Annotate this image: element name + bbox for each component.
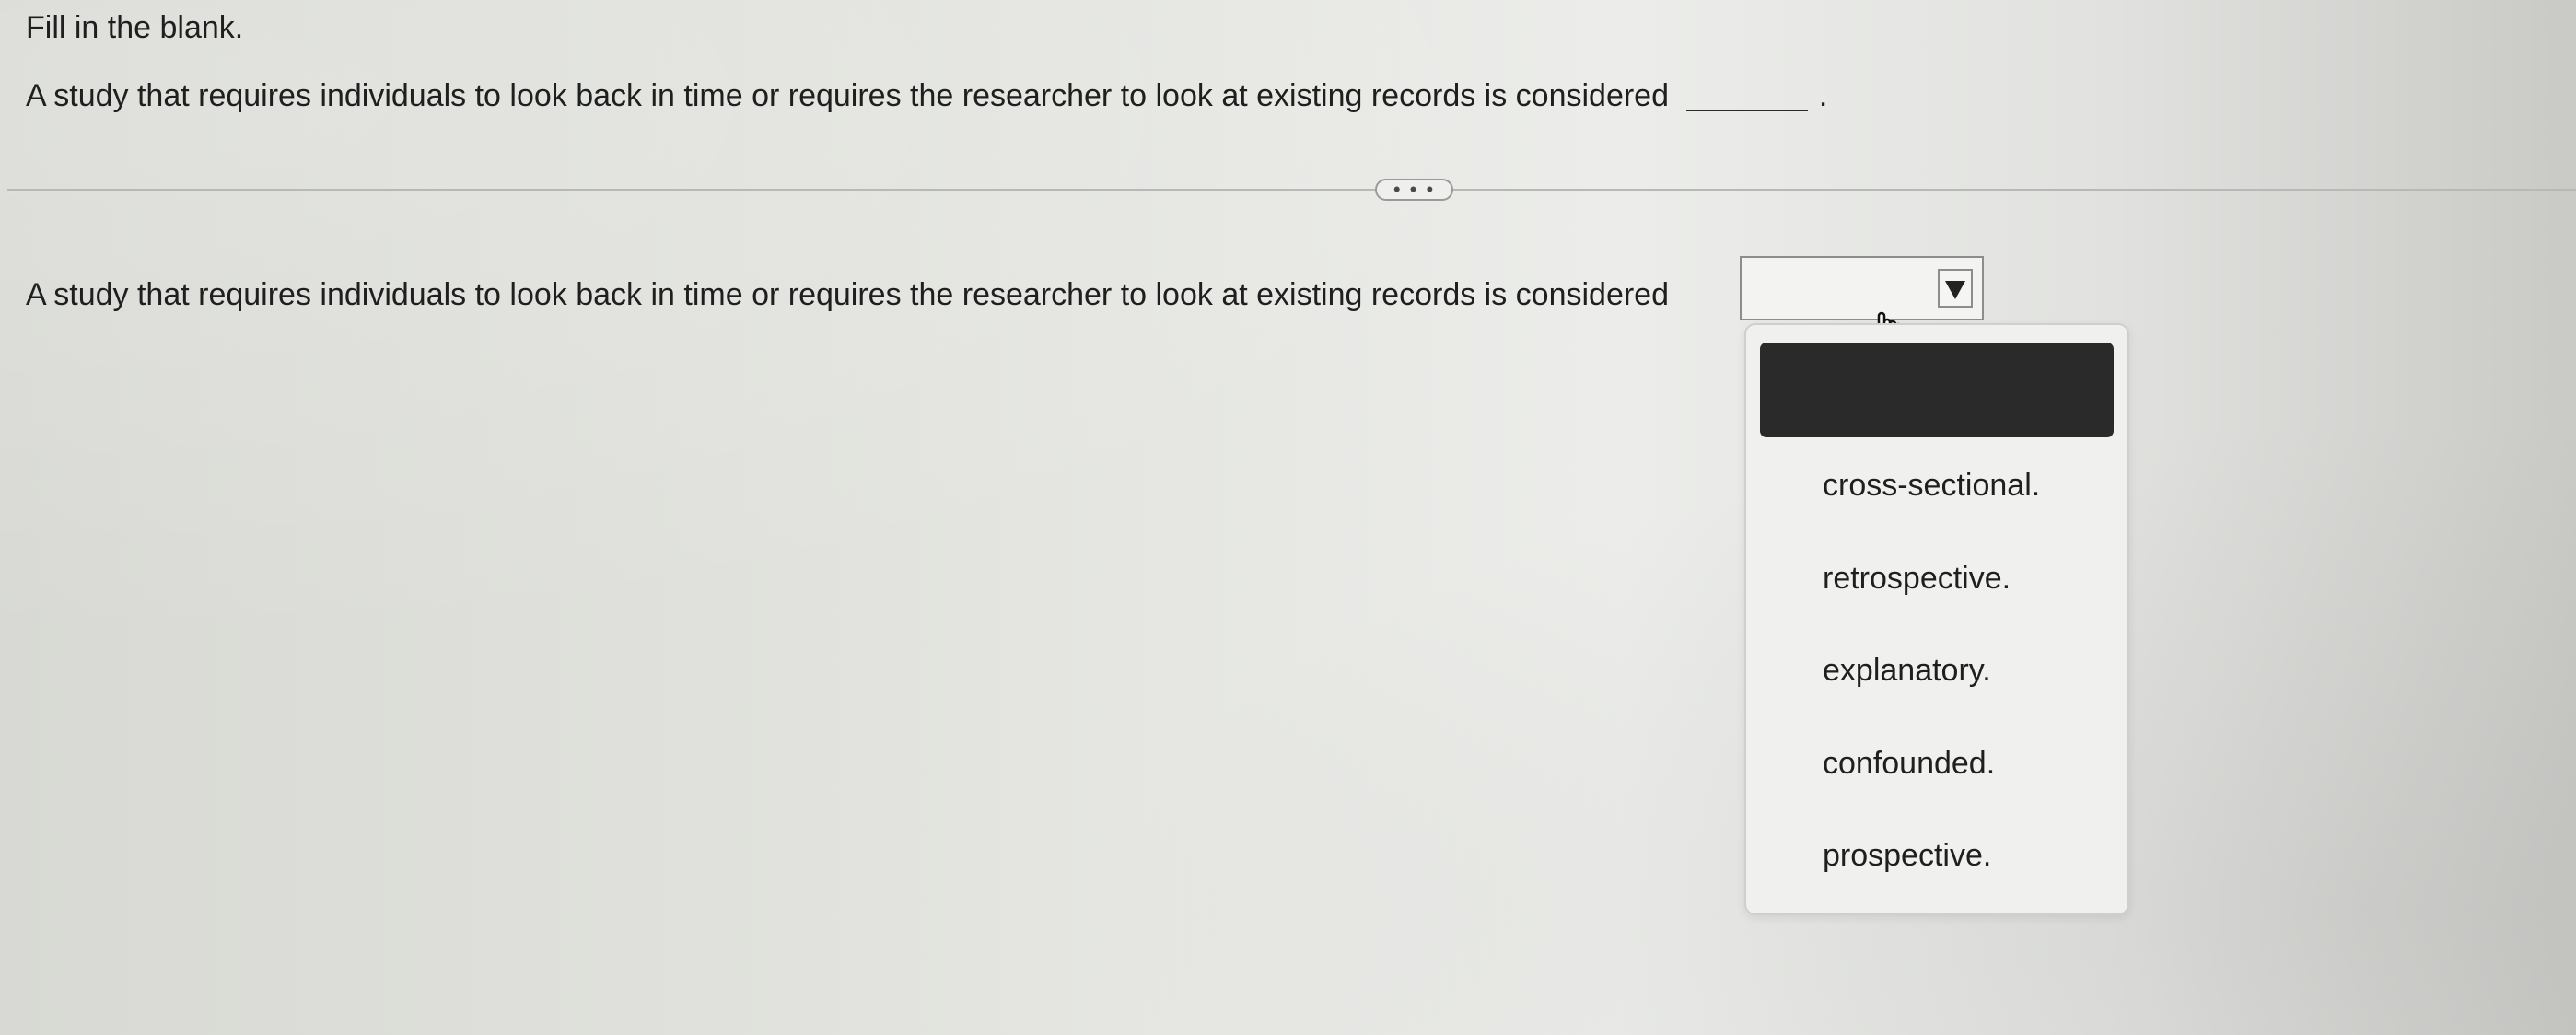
dropdown-menu: cross-sectional. retrospective. explanat…: [1744, 323, 2129, 915]
blank-line: [1686, 110, 1809, 111]
option-explanatory[interactable]: explanatory.: [1823, 652, 1991, 689]
instructions: Fill in the blank.: [26, 10, 244, 45]
question-text: A study that requires individuals to loo…: [26, 78, 1670, 113]
option-prospective[interactable]: prospective.: [1823, 837, 1991, 874]
question-prompt: A study that requires individuals to loo…: [26, 77, 1827, 114]
option-retrospective[interactable]: retrospective.: [1823, 560, 2011, 597]
option-cross-sectional[interactable]: cross-sectional.: [1823, 467, 2040, 504]
answer-sentence: A study that requires individuals to loo…: [26, 277, 1670, 312]
answer-dropdown[interactable]: [1740, 256, 1984, 320]
question-period: .: [1818, 78, 1828, 113]
dropdown-arrow-icon[interactable]: [1938, 269, 1973, 308]
highlighted-empty-option[interactable]: [1760, 343, 2114, 437]
section-divider: [7, 189, 2576, 191]
more-button[interactable]: • • •: [1375, 179, 1453, 201]
option-confounded[interactable]: confounded.: [1823, 745, 1995, 782]
